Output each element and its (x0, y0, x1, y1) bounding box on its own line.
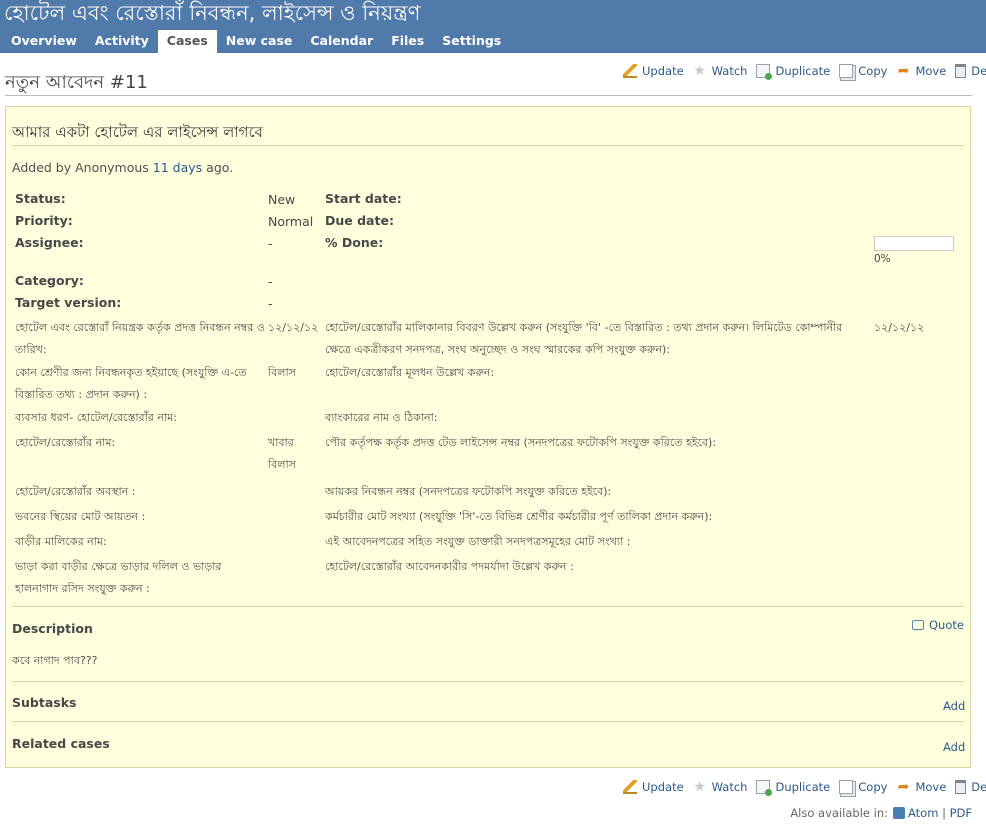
watch-link[interactable]: ★ Watch (693, 63, 747, 79)
pencil-icon (623, 780, 637, 794)
duplicate-icon (756, 780, 773, 796)
quote-link[interactable]: Quote (912, 618, 964, 632)
cf-registered-class-value: বিলাস (268, 366, 296, 379)
cf-medical-certificates-label: এই আবেদনপত্রের সহিত সংযুক্ত ডাক্তারী সনদ… (325, 535, 631, 548)
tab-activity[interactable]: Activity (86, 30, 158, 53)
atom-link[interactable]: Atom (908, 806, 938, 820)
cf-location-label: হোটেল/রেস্তোরাঁর অবস্থান : (15, 485, 136, 498)
author-line: Added by Anonymous 11 days ago. (12, 160, 234, 175)
trash-icon (955, 64, 967, 78)
subtasks-divider (12, 681, 964, 682)
subject-divider (12, 145, 964, 146)
tab-cases[interactable]: Cases (157, 30, 217, 53)
tab-files[interactable]: Files (382, 30, 433, 53)
move-link-bottom[interactable]: ➦ Move (896, 779, 947, 795)
copy-link[interactable]: Copy (839, 64, 887, 78)
description-text: কবে নাগাদ পাব??? (12, 654, 98, 667)
add-related-link[interactable]: Add (943, 740, 965, 754)
trash-icon (955, 780, 967, 794)
category-value: - (268, 274, 273, 289)
cf-hotel-name-label: হোটেল/রেস্তোরাঁর নাম: (15, 436, 116, 449)
cf-trade-license-label: পৌর কর্তৃপক্ষ কর্তৃক প্রদত্ত টেড লাইসেন্… (325, 436, 717, 449)
cf-rent-deed-label: ভাড়া করা বাড়ীর ক্ষেত্রে ভাড়ার দলিল ও … (15, 560, 222, 595)
cf-ownership-details-value: ১২/১২/১২ (874, 321, 925, 334)
tab-settings[interactable]: Settings (433, 30, 510, 53)
category-label: Category: (15, 273, 84, 288)
subtasks-title: Subtasks (12, 695, 77, 710)
cf-registration-number-value: ১২/১২/১২ (268, 321, 319, 334)
cf-tax-registration-label: আয়কর নিবন্ধন নম্বর (সনদপত্রের ফটোকপি সং… (325, 485, 612, 498)
update-link-bottom[interactable]: Update (623, 780, 684, 794)
copy-icon (839, 780, 854, 794)
cf-floor-area-label: ভবনের স্থিয়ের মোট আয়তন : (15, 510, 146, 523)
tab-new-case[interactable]: New case (217, 30, 302, 53)
issue-subject: আমার একটা হোটেল এর লাইসেন্স লাগবে (12, 123, 263, 141)
copy-link-bottom[interactable]: Copy (839, 780, 887, 794)
pencil-icon (623, 64, 637, 78)
other-formats: Also available in: Atom | PDF (790, 806, 972, 820)
contextual-actions-top: Update ★Watch Duplicate Copy ➦Move Delet… (614, 63, 986, 80)
feed-icon (892, 807, 905, 819)
cf-registered-class-label: কোন শ্রেণীর জন্য নিবন্ধনকৃত হইয়াছে (সংয… (15, 366, 247, 401)
tab-overview[interactable]: Overview (2, 30, 86, 53)
duplicate-link-bottom[interactable]: Duplicate (756, 780, 830, 796)
cf-banker-label: ব্যাংকারের নাম ও ঠিকানা: (325, 411, 438, 424)
related-divider (12, 721, 964, 722)
status-value: New (268, 192, 296, 207)
cf-applicant-designation-label: হোটেল/রেস্তোরাঁর আবেদনকারীর পদমর্যাদা উল… (325, 560, 574, 573)
assignee-value: - (268, 236, 273, 251)
status-label: Status: (15, 191, 66, 206)
duplicate-link[interactable]: Duplicate (756, 64, 830, 80)
target-version-label: Target version: (15, 295, 122, 310)
assignee-label: Assignee: (15, 235, 84, 250)
description-title: Description (12, 621, 93, 636)
watch-link-bottom[interactable]: ★ Watch (693, 779, 747, 795)
copy-icon (839, 64, 854, 78)
priority-label: Priority: (15, 213, 73, 228)
delete-link-bottom[interactable]: Delete (955, 780, 986, 794)
move-arrow-icon: ➦ (897, 779, 910, 795)
target-version-value: - (268, 296, 273, 311)
move-link[interactable]: ➦ Move (896, 63, 947, 79)
main-menu: Overview Activity Cases New case Calenda… (2, 30, 510, 53)
project-title: হোটেল এবং রেস্তোরাঁ নিবন্ধন, লাইসেন্স ও … (4, 1, 421, 25)
priority-value: Normal (268, 214, 314, 229)
due-date-label: Due date: (325, 213, 394, 228)
done-percent: 0% (874, 253, 891, 265)
cf-hotel-name-value: খাবার বিলাস (268, 436, 296, 471)
cf-registration-number-label: হোটেল এবং রেস্তোরাঁ নিয়ন্ত্রক কর্তৃক প্… (15, 321, 265, 356)
created-ago-link[interactable]: 11 days (153, 160, 202, 175)
top-header: হোটেল এবং রেস্তোরাঁ নিবন্ধন, লাইসেন্স ও … (0, 0, 986, 53)
tab-calendar[interactable]: Calendar (301, 30, 382, 53)
update-link[interactable]: Update (623, 64, 684, 78)
related-cases-title: Related cases (12, 736, 110, 751)
progress-bar (874, 236, 954, 251)
star-icon: ★ (693, 779, 706, 795)
content-area: Update ★Watch Duplicate Copy ➦Move Delet… (0, 53, 986, 827)
issue-details-box: আমার একটা হোটেল এর লাইসেন্স লাগবে Added … (5, 106, 971, 768)
description-divider (12, 606, 964, 607)
star-icon: ★ (693, 63, 706, 79)
cf-business-type-label: ব্যবসার ধরণ- হোটেল/রেস্তোরাঁর নাম: (15, 411, 177, 424)
done-label: % Done: (325, 235, 384, 250)
contextual-actions-bottom: Update ★Watch Duplicate Copy ➦Move Delet… (614, 779, 986, 796)
cf-owner-name-label: বাড়ীর মালিকের নাম: (15, 535, 107, 548)
pdf-link[interactable]: PDF (950, 806, 972, 820)
add-subtask-link[interactable]: Add (943, 699, 965, 713)
cf-ownership-details-label: হোটেল/রেস্তোরাঁর মালিকানার বিবরণ উল্লেখ … (325, 321, 843, 356)
start-date-label: Start date: (325, 191, 402, 206)
duplicate-icon (756, 64, 773, 80)
move-arrow-icon: ➦ (897, 63, 910, 79)
cf-capital-label: হোটেল/রেস্তোরাঁর মূলধন উল্লেখ করুন: (325, 366, 495, 379)
cf-employee-count-label: কর্মচারীর মোট সংখ্যা (সংযুক্তি 'সি'-তে ব… (325, 510, 713, 523)
comment-icon (912, 620, 924, 630)
heading-divider (5, 95, 972, 96)
delete-link[interactable]: Delete (955, 64, 986, 78)
